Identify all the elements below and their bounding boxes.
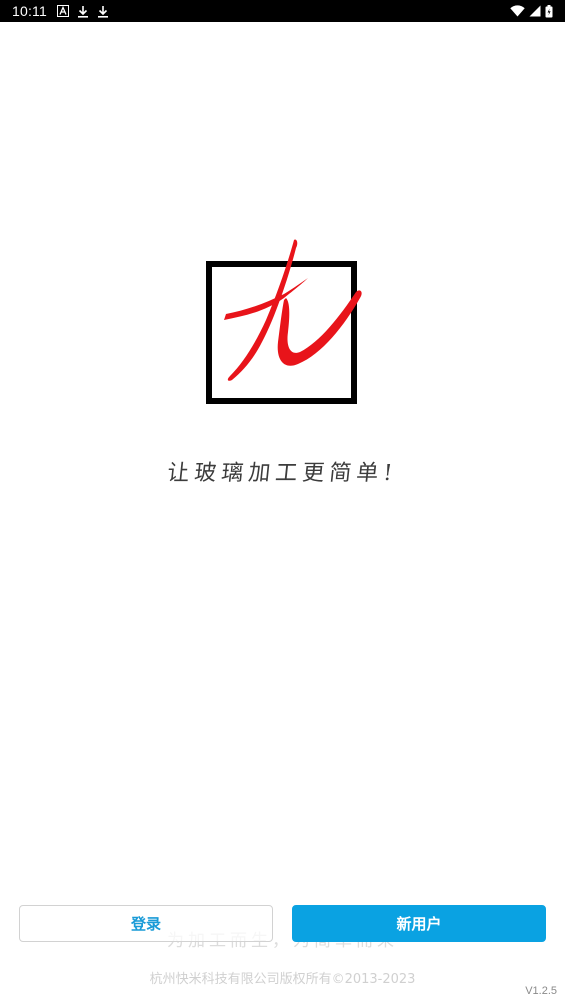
login-button[interactable]: 登录	[19, 905, 273, 942]
app-logo	[198, 232, 368, 410]
new-user-button-label: 新用户	[396, 915, 442, 933]
wifi-icon	[510, 5, 525, 17]
battery-icon	[545, 4, 553, 18]
status-time: 10:11	[12, 3, 47, 19]
font-notification-icon	[57, 5, 69, 17]
slogan-text: 让玻璃加工更简单!	[166, 461, 399, 486]
login-button-label: 登录	[130, 915, 161, 933]
copyright-text: 杭州快米科技有限公司版权所有©2013-2023	[149, 972, 416, 987]
signal-icon	[529, 5, 541, 17]
download-icon	[97, 5, 109, 18]
download-icon	[77, 5, 89, 18]
system-icons	[510, 4, 553, 18]
status-bar: 10:11	[0, 0, 565, 22]
notification-icons	[57, 5, 109, 18]
new-user-button[interactable]: 新用户	[292, 905, 546, 942]
version-label: V1.2.5	[525, 985, 557, 997]
jiu-calligraphy-logo-icon	[206, 239, 362, 404]
splash-screen: 10:11 让玻璃加工更简单! 为加工而生，为简单而来 登录 新用户 杭州快米科…	[0, 0, 565, 1004]
status-left: 10:11	[12, 3, 109, 19]
